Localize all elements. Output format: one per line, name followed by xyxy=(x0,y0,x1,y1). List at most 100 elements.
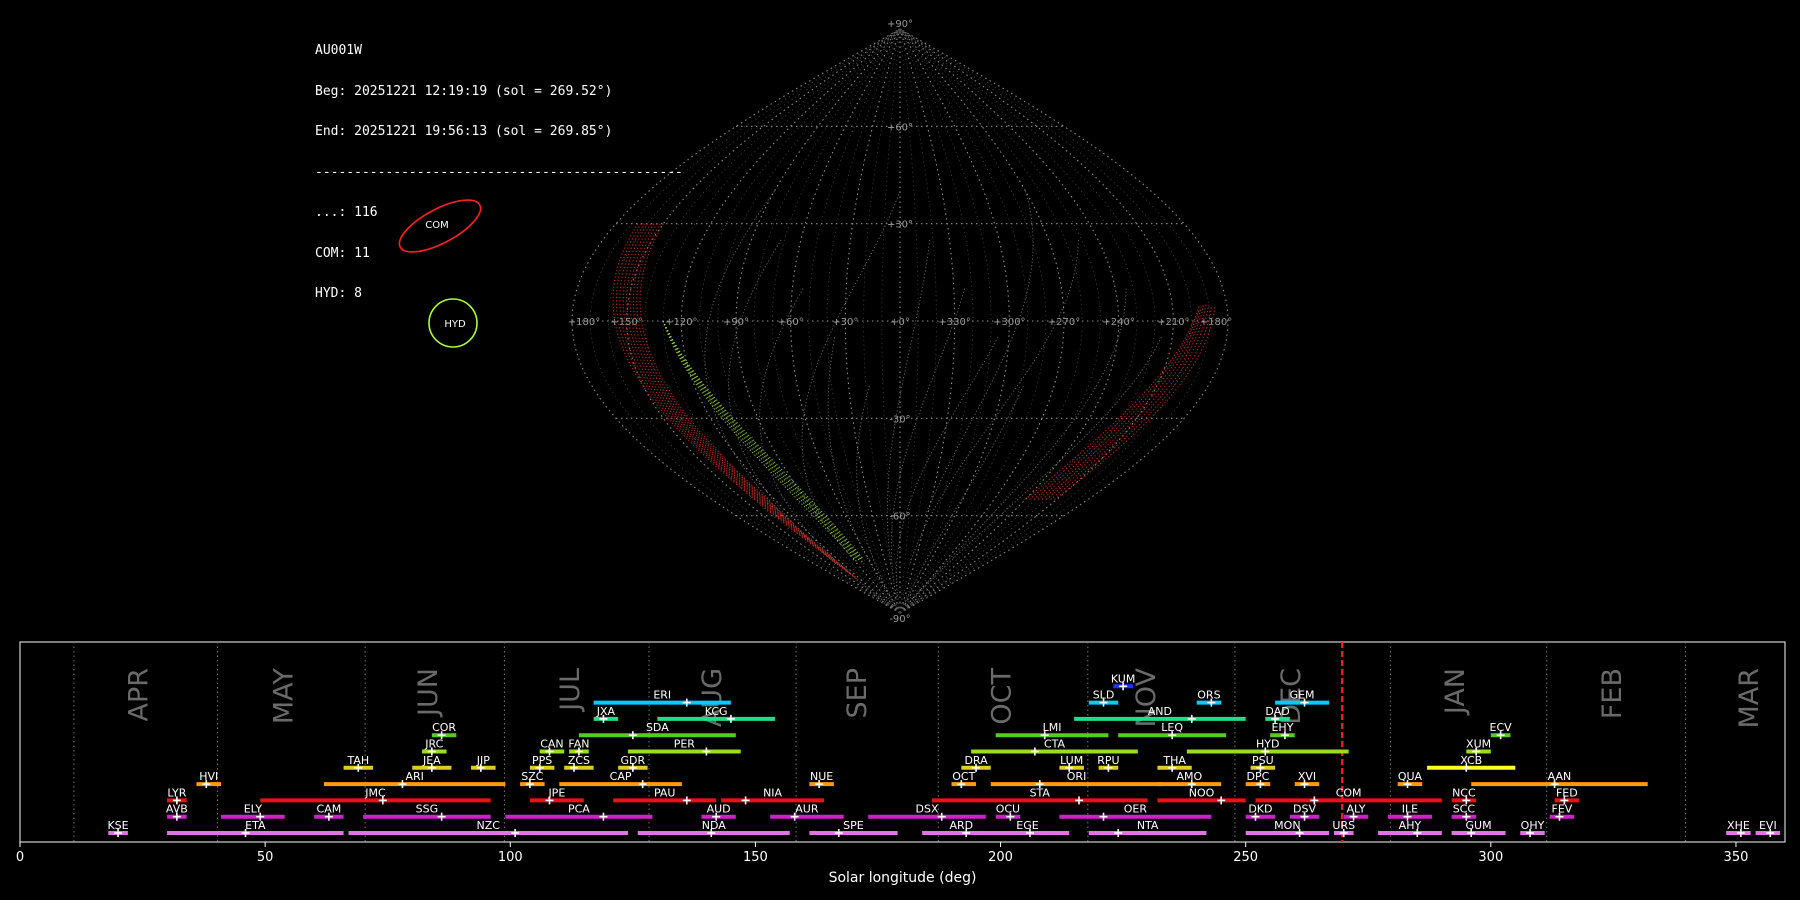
shower-label: SCC xyxy=(1453,803,1476,816)
shower-label: KSE xyxy=(107,819,128,832)
shower-label: CAN xyxy=(540,738,563,751)
shower-label: NTA xyxy=(1137,819,1159,832)
shower-label: EGE xyxy=(1016,819,1038,832)
shower-label: ARI xyxy=(405,770,423,783)
shower-label: ERI xyxy=(653,689,671,702)
shower-label: SLD xyxy=(1093,689,1115,702)
shower-label: EHY xyxy=(1271,721,1293,734)
shower-label: XVI xyxy=(1298,770,1316,783)
x-tick-label: 350 xyxy=(1724,850,1749,865)
shower-label: NCC xyxy=(1452,786,1476,799)
x-tick-label: 150 xyxy=(743,850,768,865)
shower-label: SPE xyxy=(843,819,864,832)
x-tick-label: 300 xyxy=(1478,850,1503,865)
x-tick-label: 50 xyxy=(257,850,274,865)
shower-label: COR xyxy=(432,721,456,734)
shower-label: GDR xyxy=(621,754,646,767)
shower-label: LMI xyxy=(1043,721,1062,734)
shower-label: STA xyxy=(1030,786,1051,799)
shower-label: CAP xyxy=(610,770,632,783)
x-tick-label: 0 xyxy=(16,850,24,865)
shower-label: ORI xyxy=(1067,770,1087,783)
shower-label: AND xyxy=(1148,705,1172,718)
shower-label: HVI xyxy=(199,770,218,783)
count-hyd: HYD: 8 xyxy=(315,286,362,301)
month-label: JUL xyxy=(555,668,586,713)
shower-label: AUR xyxy=(795,803,819,816)
shower-label: JRC xyxy=(424,738,443,751)
x-tick-label: 100 xyxy=(498,850,523,865)
shower-label: JXA xyxy=(596,705,616,718)
shower-label: PSU xyxy=(1252,754,1274,767)
shower-label: MON xyxy=(1274,819,1300,832)
shower-label: FED xyxy=(1556,786,1578,799)
shower-label: AUD xyxy=(707,803,731,816)
shower-label: AAN xyxy=(1548,770,1572,783)
shower-label: ELY xyxy=(244,803,263,816)
shower-label: NOO xyxy=(1189,786,1215,799)
shower-label: TAH xyxy=(346,754,369,767)
shower-label: XCB xyxy=(1460,754,1482,767)
begin-time: Beg: 20251221 12:19:19 (sol = 269.52°) xyxy=(315,83,613,99)
separator: ----------------------------------------… xyxy=(315,164,683,180)
shower-label: JMC xyxy=(364,786,386,799)
shower-label: CAM xyxy=(317,803,342,816)
shower-label: DRA xyxy=(964,754,988,767)
shower-label: DAD xyxy=(1265,705,1289,718)
shower-label: JPE xyxy=(547,786,565,799)
shower-label: GEM xyxy=(1290,689,1315,702)
month-label: SEP xyxy=(842,668,873,718)
shower-label: AHY xyxy=(1399,819,1422,832)
shower-label: ILE xyxy=(1402,803,1418,816)
month-label: APR xyxy=(124,668,155,722)
shower-label: HYD xyxy=(1256,738,1279,751)
shower-label: OCU xyxy=(996,803,1020,816)
month-label: JUN xyxy=(413,668,444,718)
shower-label: LEQ xyxy=(1161,721,1183,734)
month-label: JAN xyxy=(1440,668,1471,716)
x-tick-label: 250 xyxy=(1233,850,1258,865)
shower-label: THA xyxy=(1162,754,1186,767)
shower-label: AMO xyxy=(1176,770,1202,783)
shower-label: OHY xyxy=(1521,819,1545,832)
shower-timeline-chart: APR MAY JUN JUL AUG SEP OCT NOV DEC JAN FEB MARKUME… xyxy=(16,641,1786,886)
x-axis-label: Solar longitude (deg) xyxy=(829,870,977,886)
count-sporadic: ...: 116 xyxy=(315,205,378,220)
shower-label: PPS xyxy=(532,754,552,767)
shower-label: NDA xyxy=(702,819,727,832)
shower-label: COM xyxy=(1336,786,1362,799)
x-tick-label: 200 xyxy=(988,850,1013,865)
shower-label: ALY xyxy=(1347,803,1366,816)
shower-label: LUM xyxy=(1060,754,1083,767)
shower-label: XUM xyxy=(1466,738,1491,751)
shower-label: JEA xyxy=(422,754,441,767)
count-com: COM: 11 xyxy=(315,245,370,261)
end-time: End: 20251221 19:56:13 (sol = 269.85°) xyxy=(315,124,613,139)
shower-label: XHE xyxy=(1727,819,1750,832)
shower-label: FAN xyxy=(568,738,589,751)
shower-label: EVI xyxy=(1759,819,1777,832)
station-id: AU001W xyxy=(315,43,362,58)
shower-label: KCG xyxy=(705,705,728,718)
shower-label: LYR xyxy=(167,786,186,799)
shower-label: PAU xyxy=(654,786,676,799)
shower-label: SDA xyxy=(646,721,669,734)
shower-label: AVB xyxy=(166,803,188,816)
shower-label: NIA xyxy=(763,786,782,799)
shower-label: FEV xyxy=(1552,803,1573,816)
shower-label: ECV xyxy=(1490,721,1513,734)
month-label: FEB xyxy=(1597,668,1628,719)
shower-label: PCA xyxy=(568,803,590,816)
month-label: MAY xyxy=(268,668,299,725)
shower-label: ARD xyxy=(950,819,974,832)
shower-label: SZC xyxy=(521,770,544,783)
shower-label: NZC xyxy=(476,819,500,832)
month-label: OCT xyxy=(987,668,1018,725)
observation-info-panel: AU001W Beg: 20251221 12:19:19 (sol = 269… xyxy=(315,17,683,314)
shower-label: KUM xyxy=(1111,672,1135,685)
shower-label: OER xyxy=(1124,803,1148,816)
shower-label: ORS xyxy=(1197,689,1220,702)
shower-label: QUA xyxy=(1398,770,1423,783)
shower-label: RPU xyxy=(1097,754,1119,767)
shower-label: ZCS xyxy=(568,754,590,767)
